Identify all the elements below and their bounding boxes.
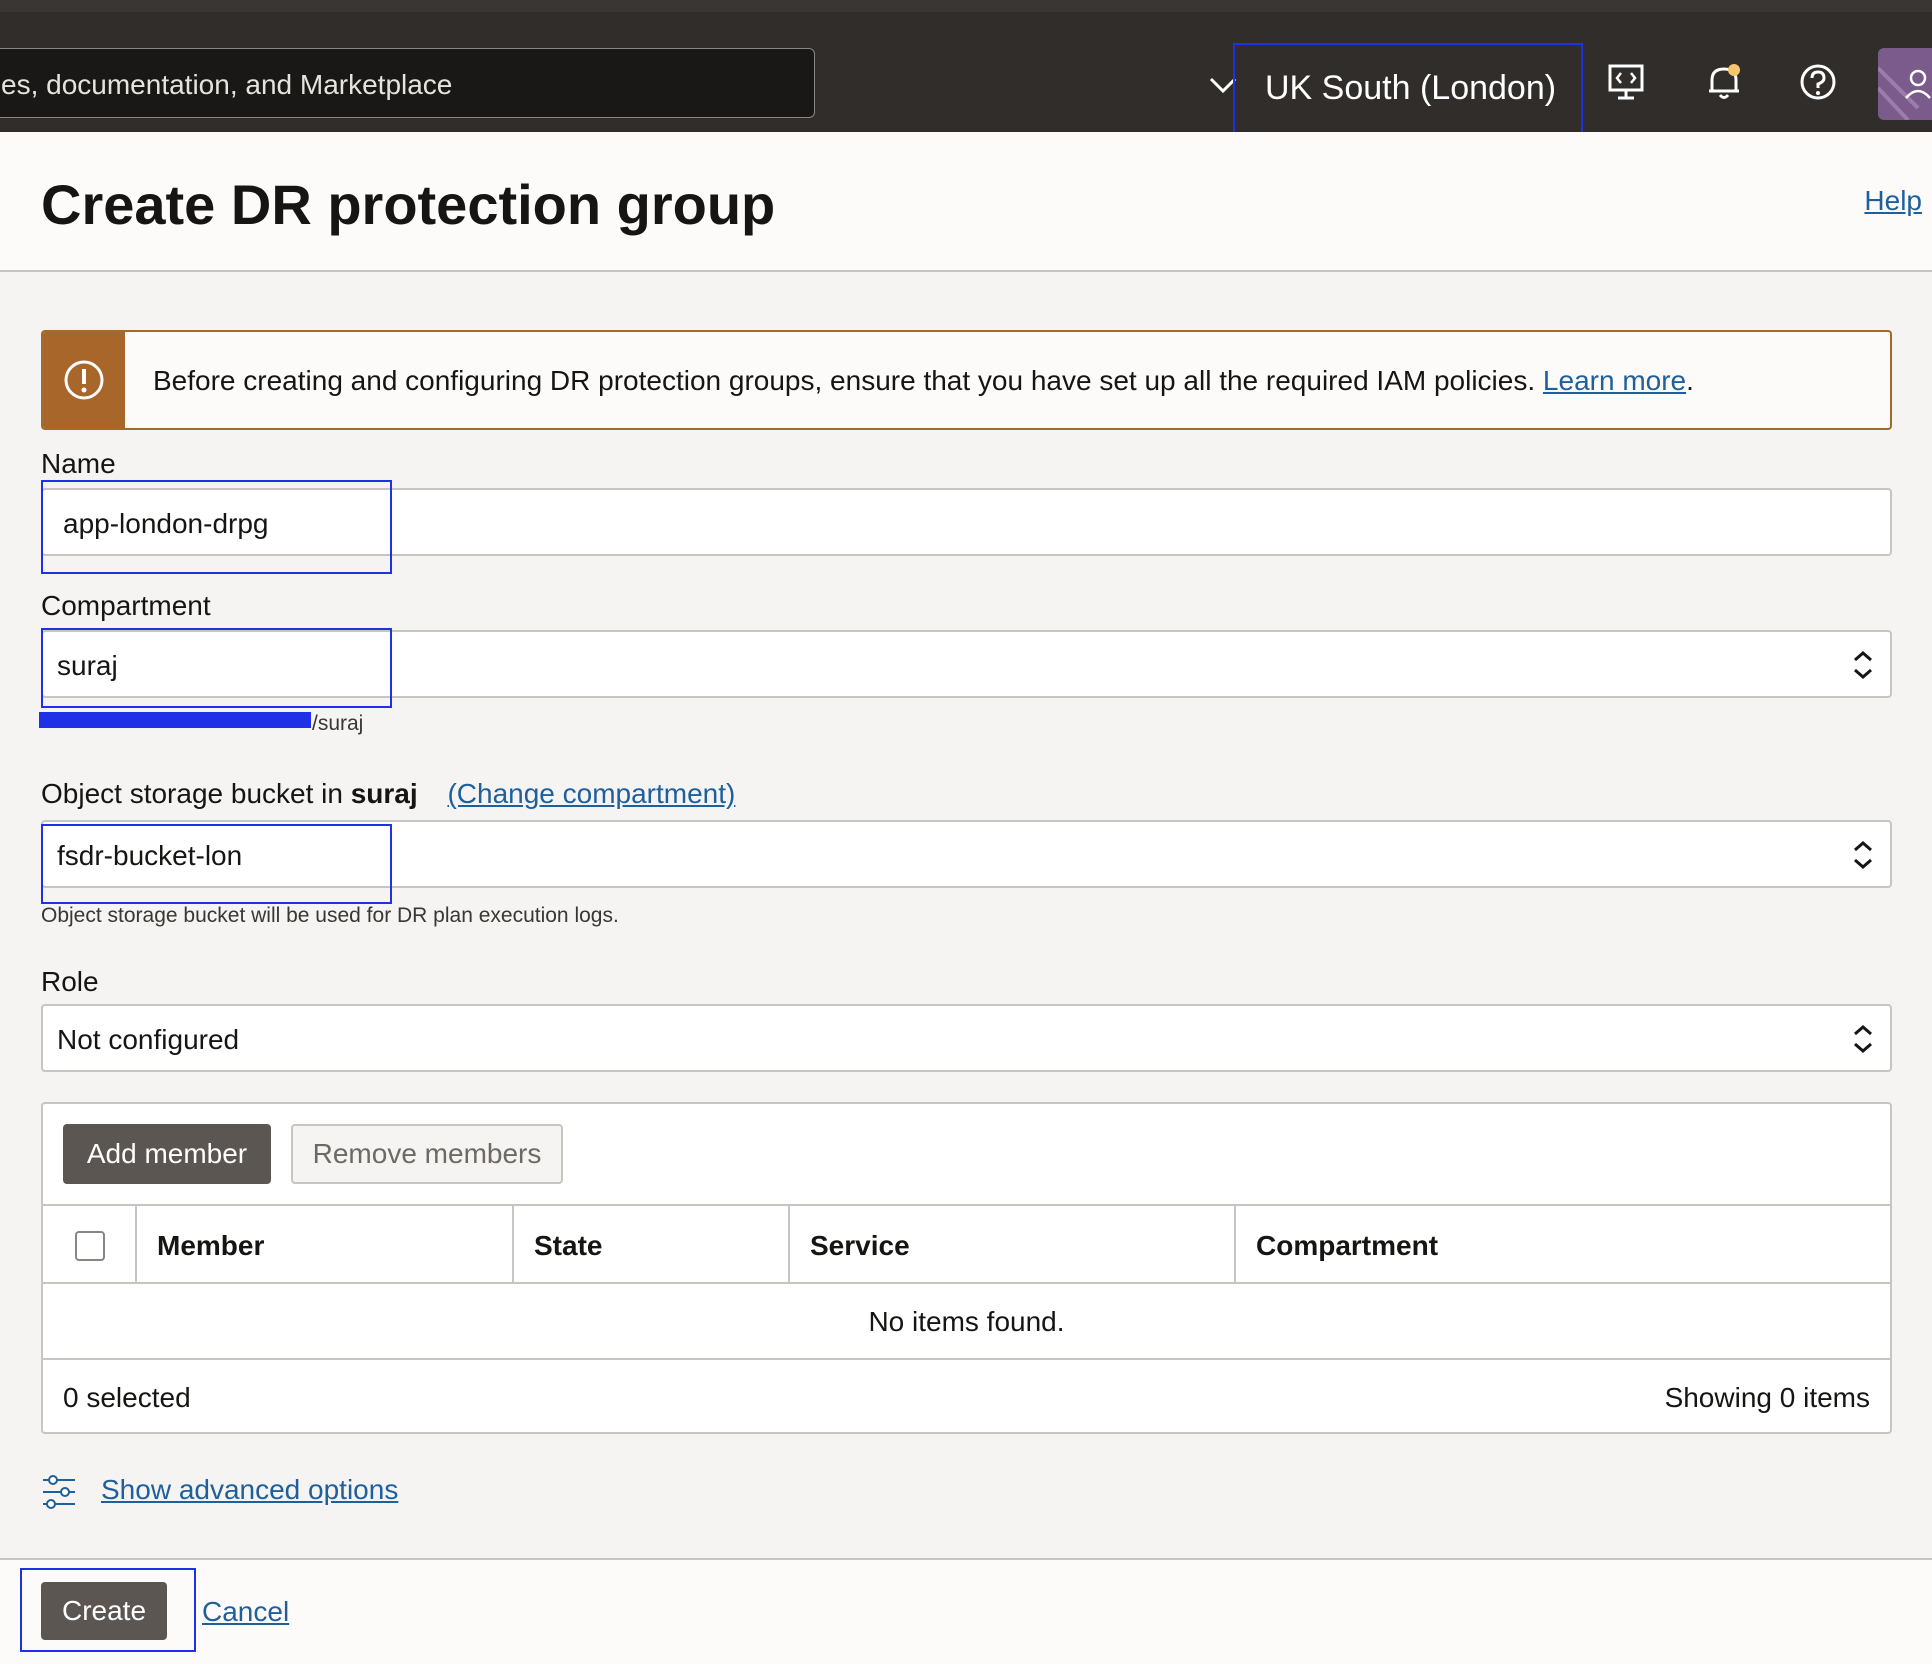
alert-accent (43, 332, 125, 428)
action-footer: Create Cancel (0, 1558, 1932, 1664)
role-select[interactable]: Not configured (41, 1004, 1892, 1072)
select-arrows-icon (1854, 651, 1872, 679)
page-header: Create DR protection group Help (0, 132, 1932, 272)
developer-tools-icon[interactable] (1604, 60, 1648, 104)
help-icon[interactable] (1796, 60, 1840, 104)
alert-text: Before creating and configuring DR prote… (153, 365, 1543, 396)
profile-icon[interactable] (1878, 48, 1932, 120)
alert-suffix: . (1686, 365, 1694, 396)
bucket-label: Object storage bucket in suraj (Change c… (41, 778, 735, 810)
role-label: Role (41, 966, 99, 997)
sliders-icon (43, 1475, 75, 1509)
redaction-bar (39, 712, 311, 728)
region-label: UK South (London) (1265, 69, 1557, 107)
cancel-link[interactable]: Cancel (202, 1596, 289, 1628)
search-placeholder: es, documentation, and Marketplace (1, 69, 453, 100)
column-member[interactable]: Member (137, 1206, 514, 1282)
search-input[interactable]: es, documentation, and Marketplace (0, 48, 815, 118)
add-member-button[interactable]: Add member (63, 1124, 271, 1184)
iam-policy-alert: Before creating and configuring DR prote… (41, 330, 1892, 430)
help-link[interactable]: Help (1864, 185, 1922, 217)
compartment-label: Compartment (41, 590, 211, 621)
remove-members-button[interactable]: Remove members (291, 1124, 563, 1184)
selected-count: 0 selected (63, 1382, 191, 1413)
empty-state: No items found. (43, 1286, 1890, 1360)
compartment-path: /suraj (312, 712, 364, 735)
select-all-column (43, 1206, 137, 1282)
column-compartment[interactable]: Compartment (1236, 1206, 1890, 1282)
column-compartment-label: Compartment (1256, 1230, 1439, 1261)
table-header: Member State Service Compartment (43, 1204, 1890, 1284)
select-arrows-icon (1854, 1025, 1872, 1053)
column-service-label: Service (810, 1230, 910, 1261)
warning-icon (64, 360, 104, 400)
column-state[interactable]: State (514, 1206, 790, 1282)
members-table: Add member Remove members Member State S… (41, 1102, 1892, 1434)
role-value: Not configured (57, 1024, 240, 1055)
bucket-label-prefix: Object storage bucket in (41, 778, 351, 809)
change-compartment-link[interactable]: (Change compartment) (447, 778, 735, 809)
highlight-box-bucket (41, 824, 392, 904)
highlight-box-name (41, 480, 392, 574)
highlight-box-compartment (41, 628, 392, 708)
show-advanced-options-link[interactable]: Show advanced options (101, 1474, 398, 1506)
learn-more-link[interactable]: Learn more (1543, 365, 1686, 396)
top-navigation-bar: es, documentation, and Marketplace UK So… (0, 0, 1932, 137)
select-arrows-icon (1854, 841, 1872, 869)
column-service[interactable]: Service (790, 1206, 1236, 1282)
alert-message: Before creating and configuring DR prote… (153, 365, 1694, 397)
select-all-checkbox[interactable] (75, 1231, 105, 1261)
showing-count: Showing 0 items (1664, 1382, 1870, 1413)
highlight-box-create (20, 1568, 196, 1652)
column-member-label: Member (157, 1230, 265, 1261)
column-state-label: State (534, 1230, 603, 1261)
bucket-hint: Object storage bucket will be used for D… (41, 904, 619, 927)
name-label: Name (41, 448, 116, 479)
page-title: Create DR protection group (41, 173, 776, 236)
bucket-label-compartment: suraj (350, 778, 418, 809)
form-content: Before creating and configuring DR prote… (0, 272, 1932, 1558)
region-selector[interactable]: UK South (London) (1233, 43, 1583, 137)
bell-icon[interactable] (1702, 60, 1746, 104)
